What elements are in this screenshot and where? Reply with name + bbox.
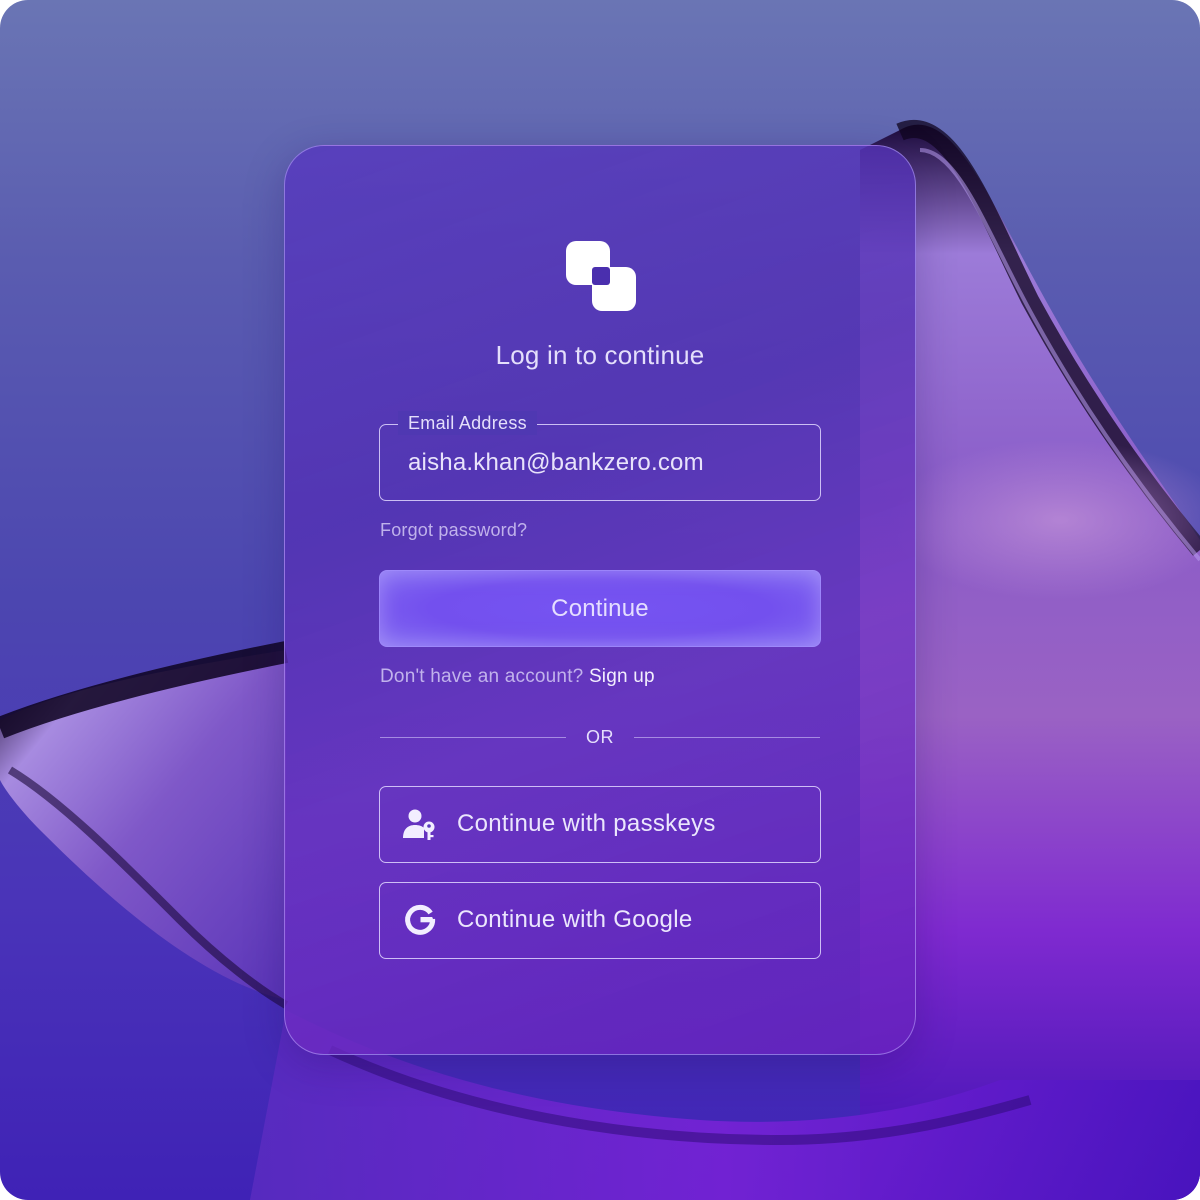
login-screen: Log in to continue Email Address Forgot …	[0, 0, 1200, 1200]
email-field-label: Email Address	[398, 411, 537, 435]
forgot-password-link[interactable]: Forgot password?	[380, 520, 527, 541]
divider-line-left	[380, 737, 566, 738]
passkeys-button-label: Continue with passkeys	[457, 810, 716, 837]
page-title: Log in to continue	[495, 340, 705, 370]
email-input[interactable]	[408, 447, 798, 479]
email-field[interactable]: Email Address	[379, 411, 821, 501]
continue-button[interactable]: Continue	[379, 570, 821, 647]
signup-link[interactable]: Sign up	[589, 666, 655, 687]
signup-row: Don't have an account? Sign up	[380, 666, 655, 688]
continue-with-google-button[interactable]: Continue with Google	[379, 882, 821, 959]
overlapping-squares-logo	[566, 241, 636, 311]
divider-line-right	[634, 737, 820, 738]
user-key-icon	[403, 809, 435, 840]
signup-prompt: Don't have an account?	[380, 666, 584, 687]
google-button-label: Continue with Google	[457, 906, 693, 933]
google-g-icon	[405, 904, 436, 935]
divider-or: OR	[586, 727, 614, 747]
continue-with-passkeys-button[interactable]: Continue with passkeys	[379, 786, 821, 863]
